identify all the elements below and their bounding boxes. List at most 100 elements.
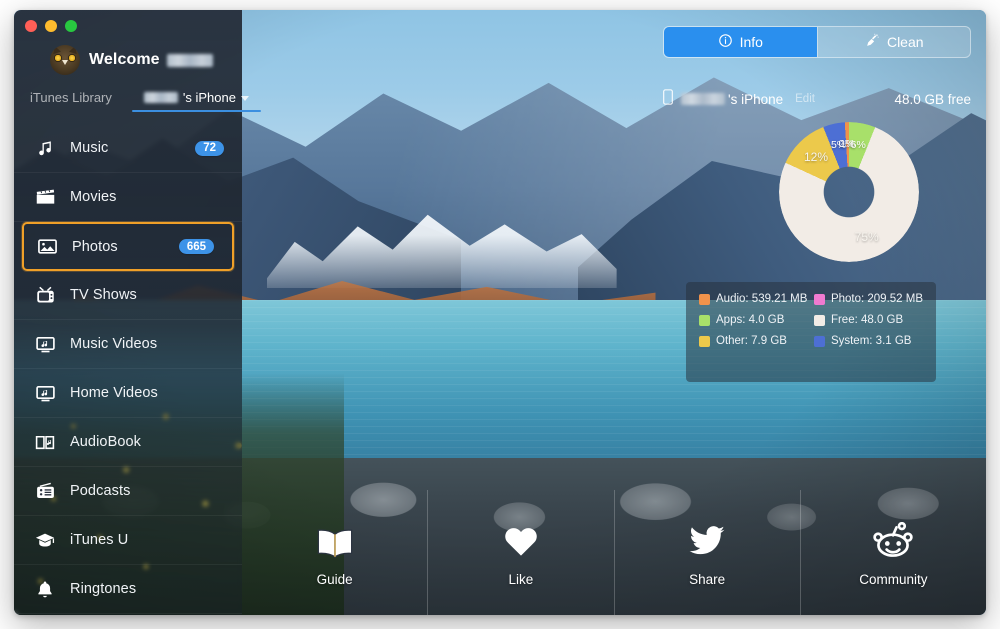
legend-swatch (813, 314, 825, 326)
library-tabs: iTunes Library 's iPhone (14, 88, 261, 120)
sidebar-item-home-videos[interactable]: Home Videos (14, 369, 242, 418)
avatar[interactable] (50, 45, 80, 75)
clean-button[interactable]: Clean (818, 27, 971, 57)
sidebar-item-label: Photos (72, 238, 118, 255)
device-row: 's iPhone Edit 48.0 GB free (663, 88, 971, 110)
zoom-button[interactable] (65, 20, 77, 32)
legend-swatch (813, 293, 825, 305)
broom-icon (864, 33, 880, 52)
sidebar-item-movies[interactable]: Movies (14, 173, 242, 222)
social-guide-label: Guide (316, 572, 353, 587)
bell-icon (34, 578, 56, 600)
sidebar-item-label: Music Videos (70, 336, 158, 352)
free-space-label: 48.0 GB free (894, 91, 971, 107)
tab-active-underline (131, 110, 261, 112)
legend-label: Apps: 4.0 GB (716, 314, 785, 326)
sidebar-item-music-videos[interactable]: Music Videos (14, 320, 242, 369)
welcome-label: Welcome (89, 51, 160, 68)
legend-swatch (813, 335, 825, 347)
welcome-row: Welcome (14, 40, 242, 80)
owl-tuft-left-icon (51, 45, 61, 55)
social-community-button[interactable]: Community (799, 490, 986, 615)
legend-label: System: 3.1 GB (830, 335, 912, 347)
redacted-device-name (681, 93, 725, 105)
sidebar-item-podcasts[interactable]: Podcasts (14, 467, 242, 516)
legend-item: Free: 48.0 GB (813, 314, 923, 326)
legend-label: Other: 7.9 GB (716, 335, 787, 347)
music-note-icon (34, 137, 56, 159)
sidebar-item-audiobook[interactable]: AudioBook (14, 418, 242, 467)
redacted-device-owner-name (143, 92, 178, 103)
sidebar-item-label: AudioBook (70, 434, 142, 450)
legend-item: Apps: 4.0 GB (699, 314, 808, 326)
storage-donut-chart: 75% 12% 5% 0% 1% 6% (779, 122, 919, 262)
tab-device-label: 's iPhone (182, 90, 236, 105)
chevron-down-icon[interactable] (240, 96, 249, 101)
sidebar-item-label: Home Videos (70, 385, 158, 401)
info-clean-segmented-control: Info Clean (663, 26, 971, 58)
sidebar: Welcome iTunes Library 's iPhone Music 7… (14, 10, 261, 615)
owl-tuft-right-icon (69, 45, 79, 55)
open-book-icon (314, 518, 356, 560)
minimize-button[interactable] (45, 20, 57, 32)
device-name: 's iPhone (681, 92, 783, 107)
window-traffic-lights (25, 20, 77, 32)
social-like-button[interactable]: Like (427, 490, 613, 615)
info-circle-icon (718, 33, 733, 51)
sidebar-item-itunes-u[interactable]: iTunes U (14, 516, 242, 565)
sidebar-item-music[interactable]: Music 72 (14, 124, 242, 173)
twitter-bird-icon (685, 518, 729, 560)
info-button-label: Info (739, 34, 763, 50)
sidebar-item-photos[interactable]: Photos 665 (22, 222, 234, 271)
sidebar-item-ringtones[interactable]: Ringtones (14, 565, 242, 614)
sidebar-item-label: iTunes U (70, 532, 129, 548)
welcome-text: Welcome (89, 51, 213, 69)
close-button[interactable] (25, 20, 37, 32)
reddit-alien-icon (871, 518, 915, 560)
social-share-label: Share (689, 572, 726, 587)
owl-eye-left-icon (54, 54, 62, 62)
photo-icon (36, 236, 58, 258)
clean-button-label: Clean (886, 34, 924, 50)
sidebar-item-tv-shows[interactable]: TV Shows (14, 271, 242, 320)
social-share-button[interactable]: Share (613, 490, 800, 615)
redacted-user-name (166, 53, 213, 67)
legend-label: Audio: 539.21 MB (716, 293, 808, 305)
social-like-label: Like (508, 572, 534, 587)
sidebar-item-label: TV Shows (70, 287, 137, 303)
legend-swatch (699, 335, 710, 347)
social-community-label: Community (859, 572, 928, 587)
social-guide-button[interactable]: Guide (242, 490, 427, 615)
sidebar-nav: Music 72 Movies Photos 665 TV Shows Musi… (14, 124, 242, 614)
sidebar-item-badge: 665 (178, 239, 214, 254)
owl-eye-right-icon (68, 54, 76, 62)
storage-legend: Audio: 539.21 MB Photo: 209.52 MB Apps: 4.… (686, 282, 936, 382)
device-name-suffix: 's iPhone (728, 91, 784, 107)
main-panel: Info Clean 's iPhone Edit 48.0 GB free 7… (242, 10, 986, 615)
app-window: Welcome iTunes Library 's iPhone Music 7… (14, 10, 986, 615)
tab-itunes-library-label: iTunes Library (30, 90, 112, 105)
sidebar-item-badge: 72 (195, 140, 224, 156)
home-video-icon (34, 382, 56, 404)
iphone-icon (663, 88, 673, 110)
sidebar-item-label: Movies (70, 189, 117, 205)
legend-item: Photo: 209.52 MB (813, 293, 923, 305)
podcast-icon (34, 480, 56, 502)
legend-swatch (699, 314, 710, 326)
sidebar-item-label: Ringtones (70, 581, 137, 597)
legend-item: System: 3.1 GB (813, 335, 923, 347)
tab-device-iphone[interactable]: 's iPhone (131, 88, 261, 112)
legend-label: Photo: 209.52 MB (830, 293, 923, 305)
graduation-cap-icon (34, 529, 56, 551)
donut-ring (779, 122, 919, 262)
edit-device-name-link[interactable]: Edit (795, 93, 815, 105)
sidebar-item-label: Music (70, 140, 109, 156)
tab-itunes-library[interactable]: iTunes Library (28, 88, 114, 112)
sidebar-item-label: Podcasts (70, 483, 131, 499)
audiobook-icon (34, 431, 56, 453)
legend-item: Other: 7.9 GB (699, 335, 808, 347)
clapperboard-icon (34, 186, 56, 208)
info-button[interactable]: Info (664, 27, 817, 57)
television-icon (34, 284, 56, 306)
legend-item: Audio: 539.21 MB (699, 293, 808, 305)
